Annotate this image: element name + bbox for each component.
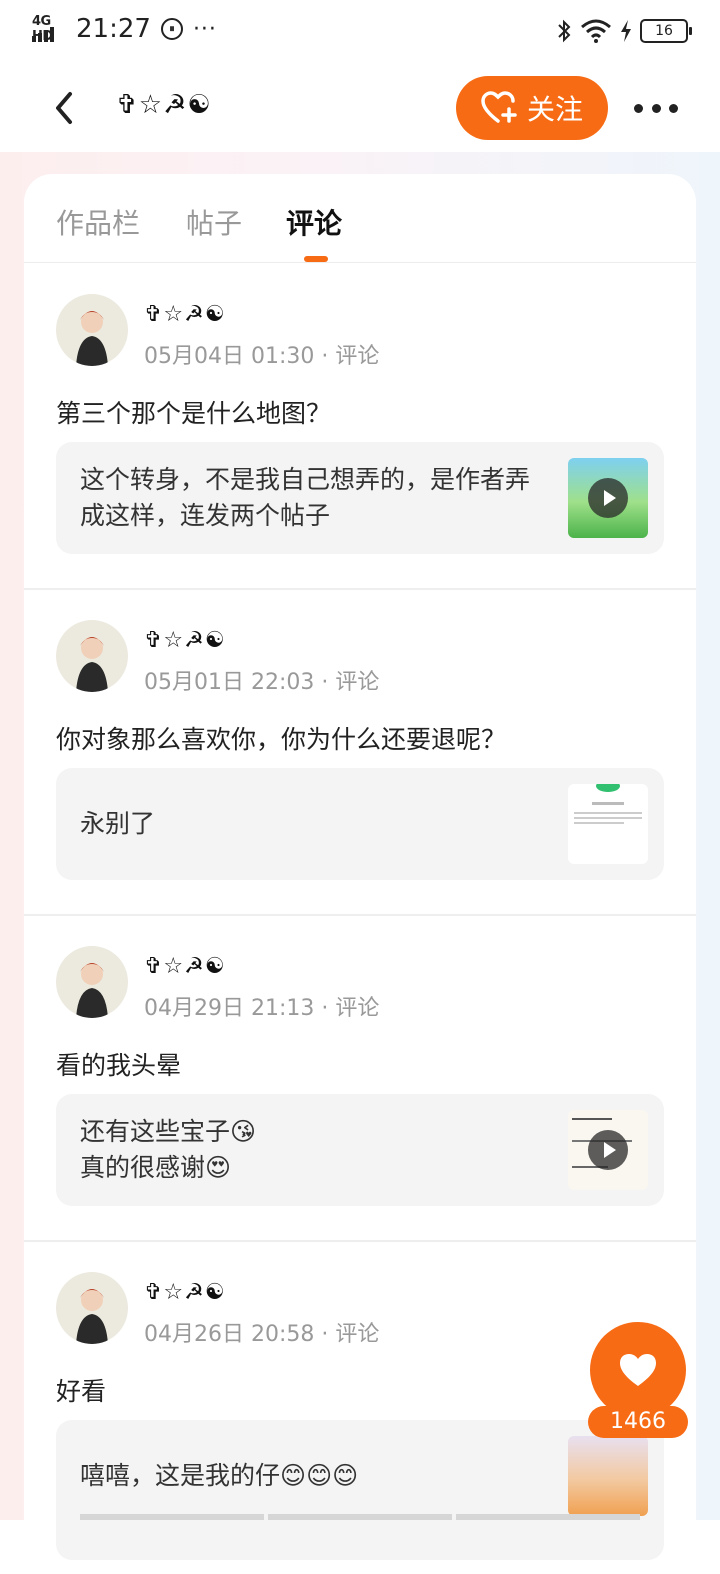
quoted-post-text: 嘻嘻，这是我的仔😊😊😊 xyxy=(80,1461,359,1490)
flow-icon: ⏸ xyxy=(160,18,183,40)
charging-icon xyxy=(621,20,631,42)
wifi-icon xyxy=(581,19,611,43)
quoted-post[interactable]: 这个转身，不是我自己想弄的，是作者弄成这样，连发两个帖子 xyxy=(56,442,664,554)
like-button[interactable] xyxy=(590,1322,686,1418)
list-item[interactable]: ✞☆☭☯ 04月26日 20:58 · 评论 好看 嘻嘻，这是我的仔😊😊😊 xyxy=(24,1240,696,1574)
tab-comments[interactable]: 评论 xyxy=(286,202,342,242)
quoted-post-text: 还有这些宝子😘 真的很感谢😍 xyxy=(80,1114,550,1186)
play-icon xyxy=(588,478,628,518)
more-notifications-icon: ··· xyxy=(192,16,217,42)
comment-text: 你对象那么喜欢你，你为什么还要退呢？ xyxy=(56,725,507,754)
quoted-post[interactable]: 还有这些宝子😘 真的很感谢😍 xyxy=(56,1094,664,1206)
quoted-post[interactable]: 永别了 xyxy=(56,768,664,880)
heart-icon xyxy=(620,1354,656,1386)
post-thumbnail[interactable] xyxy=(568,784,648,864)
post-thumbnail[interactable] xyxy=(568,1110,648,1190)
follow-button[interactable]: 关注 xyxy=(456,76,608,140)
quoted-post-text: 这个转身，不是我自己想弄的，是作者弄成这样，连发两个帖子 xyxy=(80,465,531,530)
post-thumbnail[interactable] xyxy=(568,458,648,538)
status-bar: 4G HD 21:27 ⏸ ··· 16 xyxy=(0,0,720,64)
tab-works[interactable]: 作品栏 xyxy=(56,202,140,242)
heart-plus-icon xyxy=(481,91,517,123)
comment-username[interactable]: ✞☆☭☯ xyxy=(144,1280,226,1305)
list-item[interactable]: ✞☆☭☯ 05月01日 22:03 · 评论 你对象那么喜欢你，你为什么还要退呢… xyxy=(24,588,696,916)
more-options-button[interactable] xyxy=(634,92,678,124)
comment-meta: 05月01日 22:03 · 评论 xyxy=(144,670,380,695)
status-time: 21:27 xyxy=(76,14,151,44)
quoted-post-line: 真的很感谢😍 xyxy=(80,1153,232,1182)
comment-meta: 04月29日 21:13 · 评论 xyxy=(144,996,380,1021)
comment-username[interactable]: ✞☆☭☯ xyxy=(144,628,226,653)
play-icon xyxy=(588,1130,628,1170)
quoted-post-text: 永别了 xyxy=(80,809,156,838)
tab-bar: 作品栏 帖子 评论 xyxy=(24,174,696,263)
scroll-indicator xyxy=(80,1514,640,1520)
signal-icon: 4G HD xyxy=(32,14,66,44)
quoted-post[interactable]: 嘻嘻，这是我的仔😊😊😊 xyxy=(56,1420,664,1560)
like-count: 1466 xyxy=(588,1406,688,1438)
avatar[interactable] xyxy=(56,946,128,1018)
comment-username[interactable]: ✞☆☭☯ xyxy=(144,302,226,327)
avatar[interactable] xyxy=(56,1272,128,1344)
comment-username[interactable]: ✞☆☭☯ xyxy=(144,954,226,979)
comment-meta: 05月04日 01:30 · 评论 xyxy=(144,344,380,369)
avatar[interactable] xyxy=(56,620,128,692)
comment-meta: 04月26日 20:58 · 评论 xyxy=(144,1322,380,1347)
post-thumbnail[interactable] xyxy=(568,1436,648,1516)
avatar[interactable] xyxy=(56,294,128,366)
bluetooth-icon xyxy=(558,19,571,43)
battery-indicator: 16 xyxy=(640,19,692,43)
tab-posts[interactable]: 帖子 xyxy=(186,202,242,242)
profile-header: ✞☆☭☯ 关注 xyxy=(0,64,720,152)
page-title: ✞☆☭☯ xyxy=(116,90,212,120)
quoted-post-line: 还有这些宝子😘 xyxy=(80,1117,257,1146)
list-item[interactable]: ✞☆☭☯ 05月04日 01:30 · 评论 第三个那个是什么地图？ 这个转身，… xyxy=(24,262,696,590)
comment-text: 看的我头晕 xyxy=(56,1051,182,1080)
back-button[interactable] xyxy=(44,86,84,130)
comment-text: 第三个那个是什么地图？ xyxy=(56,399,332,428)
chevron-left-icon xyxy=(56,92,72,124)
follow-label: 关注 xyxy=(526,93,583,126)
comment-text: 好看 xyxy=(56,1377,107,1406)
list-item[interactable]: ✞☆☭☯ 04月29日 21:13 · 评论 看的我头晕 还有这些宝子😘 真的很… xyxy=(24,914,696,1242)
